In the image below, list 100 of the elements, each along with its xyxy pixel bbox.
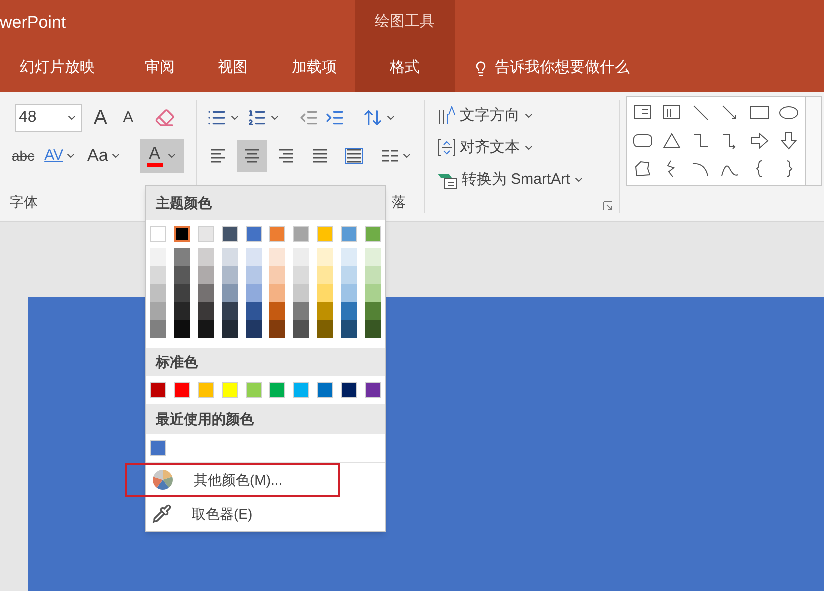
color-swatch[interactable] bbox=[317, 248, 334, 266]
dialog-launcher-icon[interactable] bbox=[603, 201, 613, 211]
color-swatch[interactable] bbox=[269, 302, 286, 320]
color-swatch[interactable] bbox=[317, 226, 334, 242]
ribbon-tab[interactable]: 审阅 bbox=[135, 48, 208, 88]
color-swatch[interactable] bbox=[317, 266, 334, 284]
ribbon-tab[interactable]: 加载项 bbox=[282, 48, 345, 88]
color-swatch[interactable] bbox=[341, 266, 358, 284]
color-swatch[interactable] bbox=[365, 320, 382, 338]
menu-item[interactable]: 取色器(E) bbox=[146, 497, 385, 531]
color-swatch[interactable] bbox=[341, 248, 358, 266]
color-swatch[interactable] bbox=[293, 284, 310, 302]
color-swatch[interactable] bbox=[174, 320, 190, 338]
color-swatch[interactable] bbox=[246, 284, 262, 302]
color-swatch[interactable] bbox=[246, 320, 262, 338]
color-swatch[interactable] bbox=[341, 284, 358, 302]
color-swatch[interactable] bbox=[293, 248, 310, 266]
color-swatch[interactable] bbox=[174, 266, 190, 284]
color-swatch[interactable] bbox=[293, 226, 310, 242]
color-swatch[interactable] bbox=[365, 248, 382, 266]
text-command-button[interactable]: 转换为 SmartArt bbox=[437, 164, 619, 196]
color-swatch[interactable] bbox=[317, 320, 334, 338]
color-swatch[interactable] bbox=[269, 284, 286, 302]
color-swatch[interactable] bbox=[269, 320, 286, 338]
color-swatch[interactable] bbox=[365, 226, 382, 242]
ribbon-tab[interactable]: 视图 bbox=[208, 48, 282, 88]
text-command-button[interactable]: 对齐文本 bbox=[437, 132, 619, 164]
strikethrough-button[interactable]: abc bbox=[10, 146, 37, 166]
color-swatch[interactable] bbox=[269, 248, 286, 266]
color-swatch[interactable] bbox=[341, 320, 358, 338]
text-command-button[interactable]: 文字方向 bbox=[437, 100, 619, 132]
color-swatch[interactable] bbox=[293, 266, 310, 284]
ribbon-tab[interactable]: 格式 bbox=[380, 48, 430, 88]
columns-button[interactable] bbox=[381, 148, 413, 164]
color-swatch[interactable] bbox=[174, 382, 190, 398]
color-swatch[interactable] bbox=[293, 320, 310, 338]
color-swatch[interactable] bbox=[246, 266, 262, 284]
color-swatch[interactable] bbox=[317, 284, 334, 302]
color-swatch[interactable] bbox=[222, 320, 238, 338]
gallery-scrollbar[interactable] bbox=[806, 96, 822, 186]
color-swatch[interactable] bbox=[174, 226, 190, 242]
color-swatch[interactable] bbox=[341, 226, 358, 242]
color-swatch[interactable] bbox=[293, 382, 310, 398]
line-spacing-button[interactable] bbox=[363, 108, 397, 128]
color-swatch[interactable] bbox=[269, 382, 286, 398]
color-swatch[interactable] bbox=[198, 284, 214, 302]
color-swatch[interactable] bbox=[269, 226, 286, 242]
color-swatch[interactable] bbox=[150, 382, 166, 398]
color-swatch[interactable] bbox=[246, 248, 262, 266]
ribbon-tab[interactable]: 幻灯片放映 bbox=[10, 48, 135, 88]
color-swatch[interactable] bbox=[150, 226, 166, 242]
font-size-field[interactable]: 48 bbox=[15, 104, 82, 132]
color-swatch[interactable] bbox=[198, 320, 214, 338]
font-color-button[interactable]: A bbox=[140, 139, 184, 173]
color-swatch[interactable] bbox=[150, 320, 166, 338]
color-swatch[interactable] bbox=[365, 284, 382, 302]
character-spacing-button[interactable]: AV bbox=[42, 144, 80, 168]
align-button[interactable] bbox=[237, 140, 267, 172]
color-swatch[interactable] bbox=[150, 302, 166, 320]
color-swatch[interactable] bbox=[246, 382, 262, 398]
color-swatch[interactable] bbox=[293, 302, 310, 320]
color-swatch[interactable] bbox=[365, 266, 382, 284]
color-swatch[interactable] bbox=[174, 248, 190, 266]
color-swatch[interactable] bbox=[150, 440, 166, 456]
color-swatch[interactable] bbox=[174, 284, 190, 302]
color-swatch[interactable] bbox=[365, 382, 382, 398]
tell-me-search[interactable]: 告诉我你想要做什么 bbox=[473, 57, 630, 80]
color-swatch[interactable] bbox=[269, 266, 286, 284]
color-swatch[interactable] bbox=[246, 302, 262, 320]
color-swatch[interactable] bbox=[150, 266, 166, 284]
color-swatch[interactable] bbox=[365, 302, 382, 320]
shape-icon[interactable] bbox=[633, 159, 653, 179]
color-swatch[interactable] bbox=[222, 226, 238, 242]
shape-icon[interactable] bbox=[662, 131, 682, 151]
color-swatch[interactable] bbox=[222, 382, 238, 398]
color-swatch[interactable] bbox=[317, 382, 334, 398]
color-swatch[interactable] bbox=[198, 266, 214, 284]
shrink-font-button[interactable]: A bbox=[119, 106, 138, 130]
color-swatch[interactable] bbox=[317, 302, 334, 320]
color-swatch[interactable] bbox=[198, 248, 214, 266]
color-swatch[interactable] bbox=[222, 248, 238, 266]
color-swatch[interactable] bbox=[174, 302, 190, 320]
color-swatch[interactable] bbox=[222, 266, 238, 284]
color-swatch[interactable] bbox=[198, 382, 214, 398]
shape-icon[interactable] bbox=[778, 131, 799, 151]
menu-item[interactable]: 其他颜色(M)... bbox=[125, 463, 340, 497]
change-case-button[interactable]: Aa bbox=[85, 143, 124, 169]
eraser-icon[interactable] bbox=[155, 108, 176, 128]
color-swatch[interactable] bbox=[222, 284, 238, 302]
color-swatch[interactable] bbox=[198, 226, 214, 242]
color-swatch[interactable] bbox=[246, 226, 262, 242]
color-swatch[interactable] bbox=[198, 302, 214, 320]
color-swatch[interactable] bbox=[222, 302, 238, 320]
shape-icon[interactable] bbox=[750, 131, 770, 151]
color-swatch[interactable] bbox=[341, 382, 358, 398]
color-swatch[interactable] bbox=[150, 248, 166, 266]
grow-font-button[interactable]: A bbox=[90, 103, 112, 133]
color-swatch[interactable] bbox=[150, 284, 166, 302]
color-swatch[interactable] bbox=[341, 302, 358, 320]
numbering-button[interactable] bbox=[247, 108, 281, 128]
